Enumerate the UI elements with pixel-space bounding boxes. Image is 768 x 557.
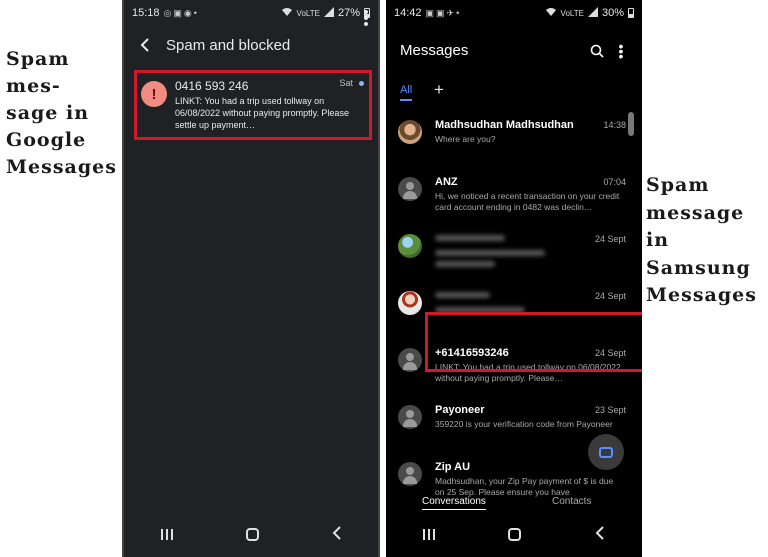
tab-contacts[interactable]: Contacts bbox=[552, 496, 591, 507]
signal-label: VoLTE bbox=[560, 8, 584, 18]
message-sender: 0416 593 246 bbox=[175, 79, 249, 93]
avatar bbox=[398, 120, 422, 144]
spam-message-item[interactable]: ! 0416 593 246 Sat LINKT: You had a trip… bbox=[134, 70, 372, 140]
system-nav-bar bbox=[386, 521, 642, 547]
home-icon[interactable] bbox=[508, 527, 522, 541]
page-title: Spam and blocked bbox=[166, 36, 291, 54]
wifi-icon bbox=[545, 7, 557, 20]
conversation-preview: Madhsudhan, your Zip Pay payment of $ is… bbox=[435, 476, 614, 497]
conversation-item[interactable]: Madhsudhan Madhsudhan 14:38 Where are yo… bbox=[386, 108, 642, 165]
google-caption: Spam mes- sage in Google Messages bbox=[6, 48, 117, 178]
conversation-date: 23 Sept bbox=[594, 405, 626, 415]
home-icon[interactable] bbox=[245, 527, 259, 541]
avatar bbox=[398, 348, 422, 372]
more-options-icon[interactable]: • • • bbox=[618, 39, 624, 63]
compose-button[interactable] bbox=[588, 434, 624, 470]
bottom-tabs: Conversations Contacts bbox=[386, 496, 642, 516]
status-bar: 15:18 ◎▣◉• VoLTE 27% bbox=[124, 0, 378, 26]
contact-name: Zip AU bbox=[435, 461, 471, 473]
status-time: 14:42 bbox=[394, 7, 422, 19]
add-category-button[interactable]: + bbox=[434, 80, 444, 100]
status-time: 15:18 bbox=[132, 7, 160, 19]
message-date: Sat bbox=[339, 78, 353, 88]
back-button[interactable] bbox=[126, 26, 164, 64]
spam-alert-icon: ! bbox=[141, 81, 167, 107]
conversation-date: 24 Sept bbox=[594, 291, 626, 301]
samsung-messages-screen: 14:42 ▣▣✈• VoLTE 30% Messages • • • All + … bbox=[386, 0, 642, 557]
chat-bubble-icon bbox=[599, 446, 613, 458]
system-nav-bar bbox=[124, 521, 378, 547]
avatar bbox=[398, 234, 422, 258]
recent-apps-icon[interactable] bbox=[422, 528, 435, 540]
battery-percent: 27% bbox=[337, 7, 360, 19]
battery-percent: 30% bbox=[601, 7, 624, 19]
spam-highlight-box bbox=[425, 312, 642, 372]
tab-conversations[interactable]: Conversations bbox=[422, 496, 486, 510]
status-bar: 14:42 ▣▣✈• VoLTE 30% bbox=[386, 0, 642, 26]
battery-icon bbox=[628, 8, 634, 18]
scrollbar[interactable] bbox=[628, 112, 634, 136]
avatar bbox=[398, 177, 422, 201]
signal-icon bbox=[587, 6, 598, 20]
wifi-icon bbox=[281, 7, 293, 20]
contact-name: Payoneer bbox=[435, 404, 485, 416]
conversation-item[interactable]: 24 Sept bbox=[386, 222, 642, 279]
conversation-item[interactable]: ANZ 07:04 Hi, we noticed a recent transa… bbox=[386, 165, 642, 222]
more-options-icon[interactable]: • • • bbox=[362, 5, 370, 32]
conversation-preview: 359220 is your verification code from Pa… bbox=[435, 419, 613, 429]
recent-apps-icon[interactable] bbox=[160, 528, 173, 540]
blurred-name bbox=[435, 235, 505, 241]
avatar bbox=[398, 405, 422, 429]
app-bar: Spam and blocked bbox=[124, 26, 378, 64]
tab-all[interactable]: All bbox=[400, 84, 413, 101]
search-icon[interactable] bbox=[590, 44, 604, 58]
contact-name: Madhsudhan Madhsudhan bbox=[435, 119, 574, 131]
blurred-preview bbox=[435, 261, 495, 267]
blurred-name bbox=[435, 292, 490, 298]
conversation-date: 24 Sept bbox=[594, 234, 626, 244]
conversation-date: 14:38 bbox=[603, 120, 626, 130]
notification-icons: ◎▣◉• bbox=[163, 7, 199, 18]
back-arrow-icon bbox=[140, 38, 149, 52]
nav-back-icon[interactable] bbox=[332, 525, 342, 543]
unread-dot-icon bbox=[359, 81, 364, 86]
google-messages-screen: 15:18 ◎▣◉• VoLTE 27% Spam and blocked • •… bbox=[122, 0, 380, 557]
contact-name: ANZ bbox=[435, 176, 458, 188]
nav-back-icon[interactable] bbox=[595, 525, 605, 543]
avatar bbox=[398, 291, 422, 315]
blurred-preview bbox=[435, 250, 545, 256]
samsung-caption: Spam message in Samsung Messages bbox=[646, 174, 757, 306]
conversation-date: 07:04 bbox=[603, 177, 626, 187]
message-preview: LINKT: You had a trip used tollway on 06… bbox=[175, 96, 349, 130]
signal-label: VoLTE bbox=[296, 8, 320, 18]
conversation-preview: Where are you? bbox=[435, 134, 496, 144]
page-title: Messages bbox=[400, 42, 469, 59]
conversation-preview: Hi, we noticed a recent transaction on y… bbox=[435, 191, 620, 212]
signal-icon bbox=[323, 6, 334, 20]
notification-icons: ▣▣✈• bbox=[425, 7, 462, 18]
avatar bbox=[398, 462, 422, 486]
